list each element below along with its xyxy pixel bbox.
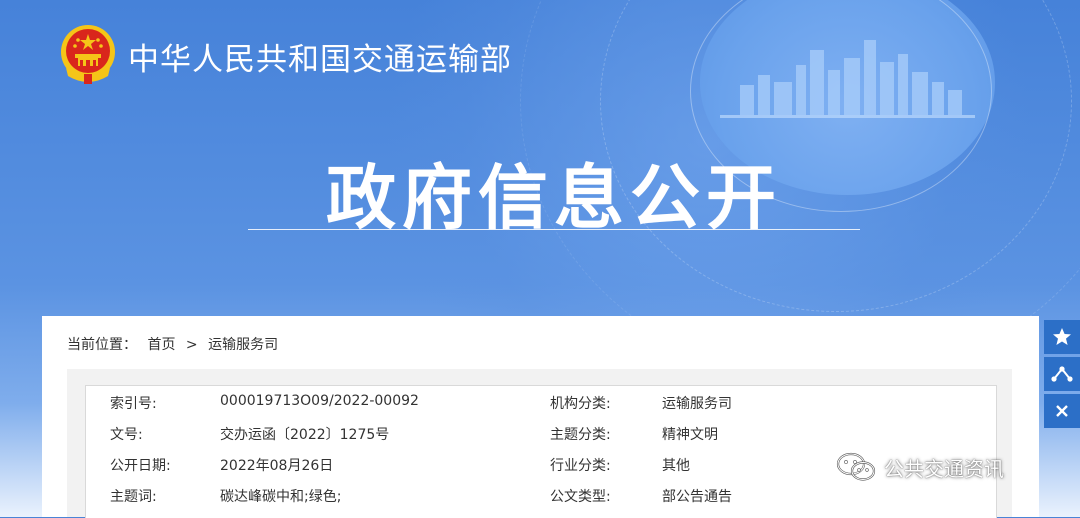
wechat-icon: [836, 452, 876, 481]
breadcrumb-prefix: 当前位置：: [67, 337, 137, 353]
close-icon: [1056, 405, 1068, 417]
info-label: 行业分类:: [550, 458, 611, 474]
breadcrumb: 当前位置： 首页 > 运输服务司: [67, 334, 284, 354]
info-value: 000019713O09/2022-00092: [220, 393, 419, 409]
site-title[interactable]: 中华人民共和国交通运输部: [128, 34, 512, 79]
national-emblem-logo[interactable]: [58, 24, 118, 86]
info-value: 2022年08月26日: [220, 458, 334, 474]
info-label: 公文类型:: [550, 489, 611, 505]
info-label: 主题词:: [110, 489, 157, 505]
info-value: 运输服务司: [662, 396, 732, 412]
share-icon: [1051, 366, 1073, 382]
info-row: 主题词: 碳达峰碳中和;绿色; 公文类型: 部公告通告: [86, 479, 996, 510]
share-button[interactable]: [1044, 357, 1080, 391]
info-row: 索引号: 000019713O09/2022-00092 机构分类: 运输服务司: [86, 386, 996, 417]
content-panel: 当前位置： 首页 > 运输服务司 索引号: 000019713O09/2022-…: [42, 316, 1039, 518]
info-value: 交办运函〔2022〕1275号: [220, 427, 390, 443]
title-divider: [248, 229, 860, 230]
breadcrumb-separator: >: [185, 337, 198, 353]
info-label: 公开日期:: [110, 458, 171, 474]
star-icon: [1053, 328, 1071, 345]
info-row: 文号: 交办运函〔2022〕1275号 主题分类: 精神文明: [86, 417, 996, 448]
info-value: 精神文明: [662, 427, 718, 443]
info-label: 文号:: [110, 427, 143, 443]
watermark-text: 公共交通资讯: [884, 456, 1004, 481]
info-value: 部公告通告: [662, 489, 732, 505]
banner-title: 政府信息公开: [326, 157, 782, 239]
favorite-button[interactable]: [1044, 320, 1080, 354]
breadcrumb-home-link[interactable]: 首页: [147, 337, 175, 353]
info-label: 机构分类:: [550, 396, 611, 412]
document-info-box: 索引号: 000019713O09/2022-00092 机构分类: 运输服务司…: [67, 369, 1012, 518]
close-button[interactable]: [1044, 394, 1080, 428]
info-label: 索引号:: [110, 396, 157, 412]
breadcrumb-current-link[interactable]: 运输服务司: [208, 337, 278, 353]
info-label: 主题分类:: [550, 427, 611, 443]
info-value: 碳达峰碳中和;绿色;: [220, 489, 342, 505]
wechat-watermark: 公共交通资讯: [836, 452, 1004, 482]
side-toolbar: [1044, 320, 1080, 431]
info-value: 其他: [662, 458, 690, 474]
